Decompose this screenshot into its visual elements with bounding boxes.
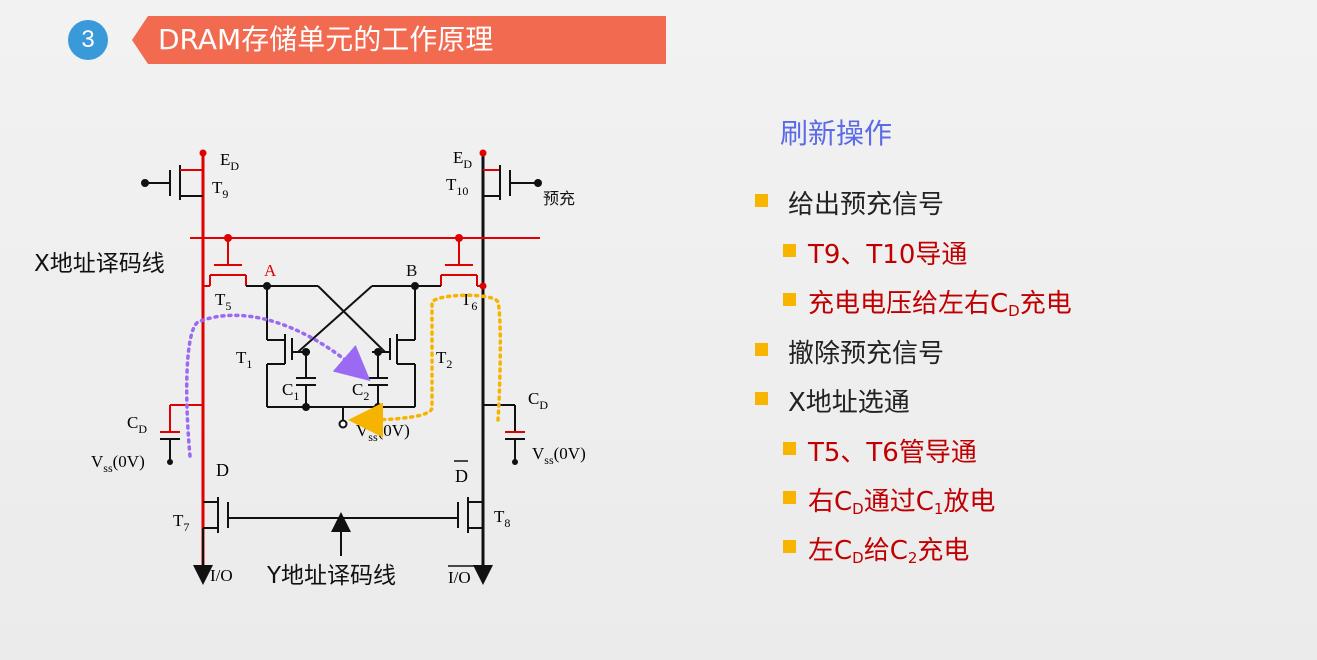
c1-label: C1 [282,380,299,403]
transistor-t9 [141,165,203,200]
t10-label: T10 [446,175,468,198]
bullet-right-cd-discharge: 右CD通过C1放电 [808,487,996,518]
vss-right-label: Vss(0V) [532,444,586,467]
bullet-remove-precharge: 撤除预充信号 [788,339,945,369]
t7-label: T7 [173,511,189,534]
node-a-label: A [264,261,277,280]
t6-label: T6 [461,290,477,313]
t1-label: T1 [236,348,252,371]
y-address-label: Y地址译码线 [266,563,396,589]
precharge-label: 预充 [543,189,575,208]
left-bitline [199,149,207,580]
line-d-label: D [216,460,229,480]
vss-left-label: Vss(0V) [91,452,145,475]
bullet-square [783,491,796,504]
transistor-t5 [203,234,267,287]
t9-label: T9 [212,178,228,201]
bullet-square [783,293,796,306]
bullet-square [755,343,768,356]
io-label: I/O [210,566,233,585]
orange-flow-arrow [348,293,503,438]
bullet-square [755,392,768,405]
c2-label: C2 [352,380,369,403]
panel-title: 刷新操作 [780,117,893,150]
bullet-charge-cd: 充电电压给左右CD充电 [808,289,1072,320]
vss-mid-label: Vss(0V) [356,421,410,444]
bullet-square [755,194,768,207]
bullet-give-precharge: 给出预充信号 [788,190,945,220]
t5-label: T5 [215,290,231,313]
x-address-label: X地址译码线 [34,251,165,277]
t2-label: T2 [436,348,452,371]
node-b-label: B [406,261,417,280]
t10-ed-label: ED [453,148,472,171]
bullet-t9-t10-on: T9、T10导通 [808,240,968,270]
t8-label: T8 [494,507,510,530]
io-bar-label: I/O [448,568,471,587]
transistor-t6 [415,234,483,287]
right-cd-capacitor [483,404,525,465]
bullet-square [783,540,796,553]
bullet-t5-t6-on: T5、T6管导通 [808,438,977,468]
right-bitline [479,149,487,580]
bullet-x-select: X地址选通 [788,388,910,418]
dram-circuit-diagram: ED T9 ED T10 预充 X地址译码线 T5 A T6 B T1 T2 C… [34,148,586,589]
left-cd-capacitor [160,404,203,465]
transistor-t10 [483,165,542,200]
t9-ed-label: ED [220,150,239,173]
bullet-square [783,442,796,455]
right-cd-label: CD [528,389,548,412]
left-cd-label: CD [127,413,147,436]
bullet-square [783,244,796,257]
bullet-left-cd-charge: 左CD给C2充电 [808,536,970,567]
line-dbar-label: D [455,466,468,486]
purple-flow-arrow [184,313,371,458]
